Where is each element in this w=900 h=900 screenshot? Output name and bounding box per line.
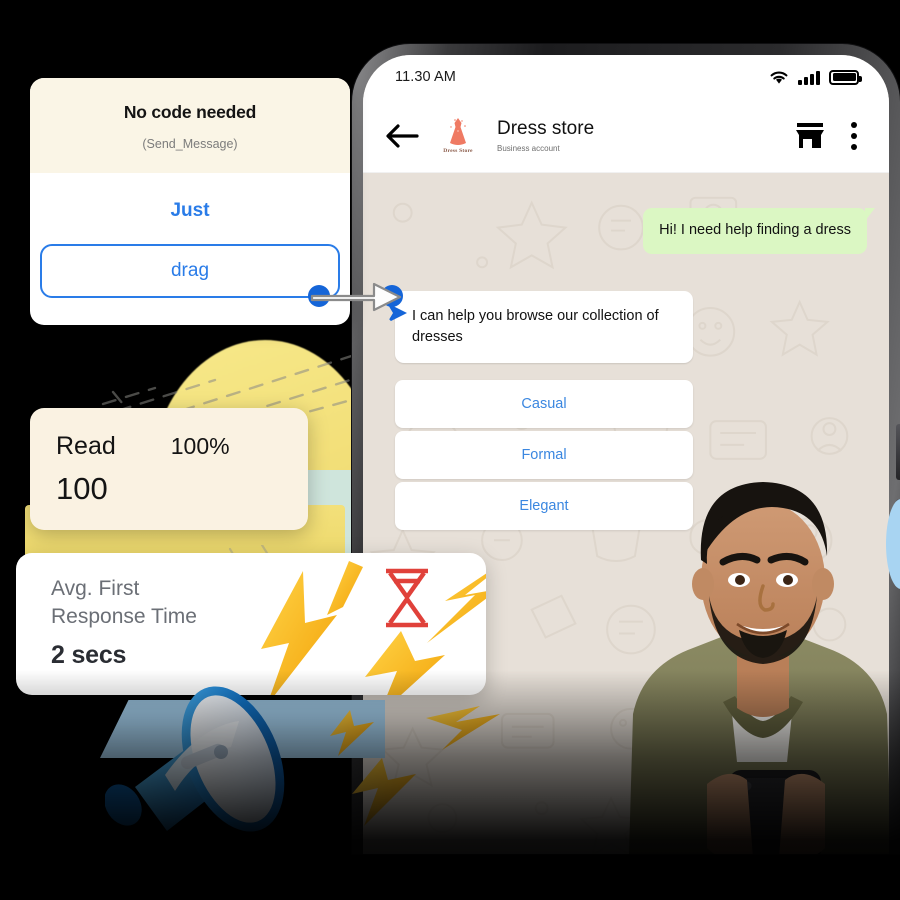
no-code-title: No code needed: [123, 102, 257, 122]
quick-reply-label: Casual: [521, 396, 567, 412]
avatar[interactable]: Dress Store: [435, 113, 481, 159]
quick-reply-label: Formal: [521, 447, 567, 463]
kebab-menu-icon[interactable]: [845, 119, 863, 153]
read-rate-card: Read 100% 100: [30, 408, 308, 530]
chat-header-text: Dress store Business account: [497, 118, 795, 154]
man-holding-phone-photo: [629, 482, 889, 854]
signal-bars-icon: [798, 70, 820, 85]
phone-mockup: 11.30 AM Dress Store Dress store Busines…: [352, 44, 900, 854]
chat-body: Hi! I need help finding a dress I can he…: [363, 173, 889, 854]
drag-arrow-icon: [310, 282, 402, 312]
chat-header-actions: [795, 119, 863, 153]
wifi-icon: [770, 70, 788, 84]
storefront-icon[interactable]: [795, 122, 825, 150]
phone-screen: 11.30 AM Dress Store Dress store Busines…: [363, 55, 889, 854]
status-bar: 11.30 AM: [363, 55, 889, 99]
read-rate-row: Read 100%: [56, 432, 282, 461]
promo-illustration-stage: 11.30 AM Dress Store Dress store Busines…: [0, 0, 900, 900]
quick-reply-label: Elegant: [519, 498, 569, 514]
battery-icon: [829, 69, 862, 85]
just-label: Just: [170, 200, 210, 221]
read-value: 100: [56, 471, 108, 506]
chat-subtitle: Business account: [497, 144, 560, 154]
hourglass-icon: [386, 568, 428, 628]
chat-title: Dress store: [497, 117, 595, 139]
back-arrow-icon[interactable]: [385, 123, 419, 149]
read-label: Read: [56, 432, 116, 460]
drag-button[interactable]: drag: [40, 244, 340, 298]
dress-logo-icon: [450, 118, 466, 145]
no-code-subtitle: (Send_Message): [142, 137, 238, 151]
chat-header: Dress Store Dress store Business account: [363, 99, 889, 173]
message-bubble-outgoing: Hi! I need help finding a dress: [643, 208, 867, 254]
message-text: I can help you browse our collection of …: [412, 308, 659, 345]
no-code-card-header: No code needed (Send_Message): [30, 78, 350, 173]
megaphone-3d-icon: [105, 686, 285, 832]
phone-side-button[interactable]: [896, 424, 900, 480]
avatar-label: Dress Store: [443, 148, 473, 154]
status-icons: [769, 69, 862, 85]
message-bubble-incoming: I can help you browse our collection of …: [387, 291, 693, 364]
read-percent: 100%: [170, 433, 230, 459]
status-time: 11.30 AM: [395, 69, 456, 85]
